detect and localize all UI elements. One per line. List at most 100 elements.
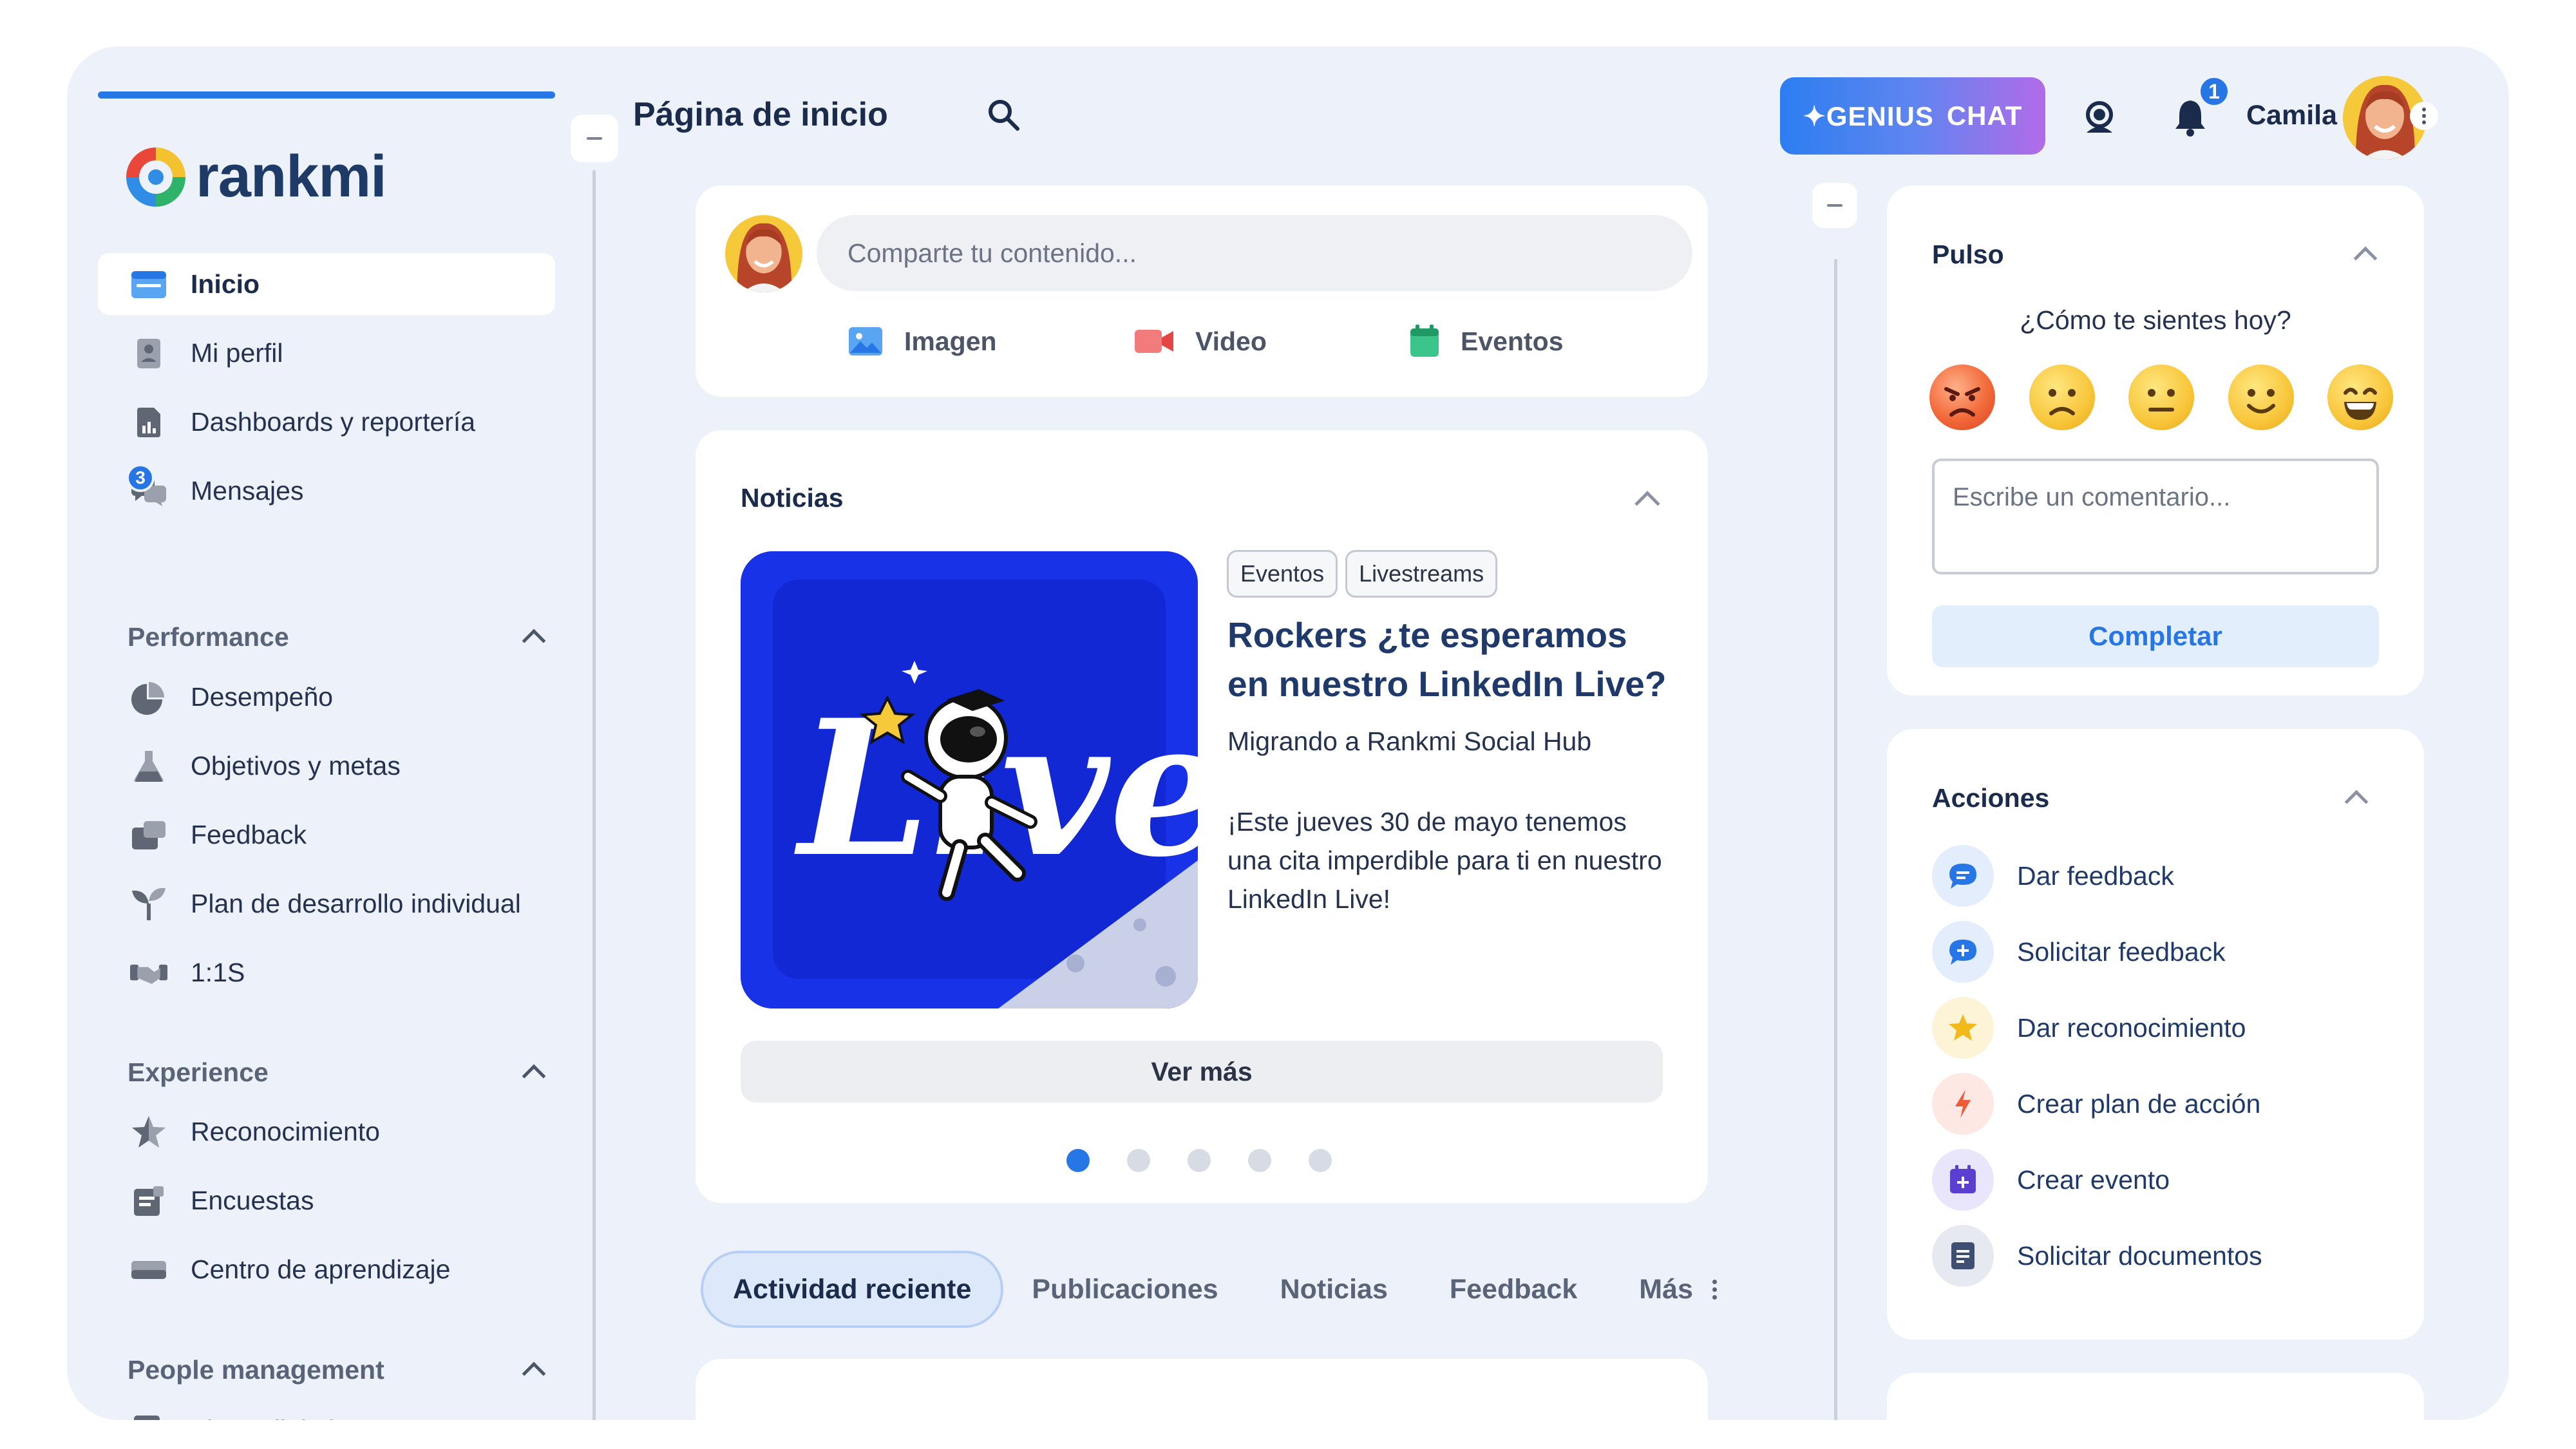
composer-video-button[interactable]: Video: [1133, 322, 1267, 361]
news-headline[interactable]: Rockers ¿te esperamos en nuestro LinkedI…: [1227, 611, 1678, 708]
action-label: Solicitar feedback: [2017, 936, 2226, 967]
carousel-dot[interactable]: [1066, 1149, 1090, 1172]
sidebar-item-plan-desarrollo[interactable]: Plan de desarrollo individual: [98, 873, 555, 934]
composer-image-button[interactable]: Imagen: [848, 322, 997, 361]
chevron-up-icon: [522, 1064, 546, 1088]
mood-neutral-button[interactable]: [2128, 365, 2194, 430]
support-agent-icon[interactable]: [2079, 95, 2120, 137]
chevron-up-icon[interactable]: [1634, 491, 1660, 516]
composer-input[interactable]: Comparte tu contenido...: [817, 215, 1692, 291]
section-people-management-header[interactable]: People management: [128, 1350, 553, 1389]
sidebar-item-label: Objetivos y metas: [191, 750, 401, 781]
chevron-up-icon[interactable]: [2344, 790, 2369, 814]
sidebar-item-label: Reconocimiento: [191, 1116, 380, 1146]
tab-noticias[interactable]: Noticias: [1280, 1274, 1388, 1305]
tab-actividad-reciente[interactable]: Actividad reciente: [701, 1251, 1004, 1328]
messages-badge: 3: [126, 464, 155, 492]
composer-card: Comparte tu contenido... Imagen Video Ev…: [696, 185, 1708, 397]
user-name[interactable]: Camila: [2246, 100, 2337, 131]
right-column-card: [1887, 1373, 2424, 1420]
acciones-title: Acciones: [1932, 783, 2050, 813]
mood-grin-button[interactable]: [2327, 365, 2393, 430]
user-menu-button[interactable]: [2410, 102, 2438, 130]
action-crear-plan[interactable]: Crear plan de acción: [1932, 1073, 2260, 1135]
news-card: Noticias Live Eventos Livestreams Rocker…: [696, 430, 1708, 1203]
mood-selector: [1929, 365, 2393, 430]
pie-icon: [130, 681, 167, 715]
calendar-plus-icon: [1932, 1149, 1994, 1211]
kebab-menu-icon: [1712, 1279, 1717, 1300]
composer-events-button[interactable]: Eventos: [1409, 322, 1564, 361]
mood-sad-button[interactable]: [2029, 365, 2095, 430]
sidebar-item-objetivos[interactable]: Objetivos y metas: [98, 735, 555, 797]
news-title: Noticias: [741, 483, 844, 513]
search-icon[interactable]: [987, 98, 1020, 131]
tab-feedback[interactable]: Feedback: [1450, 1274, 1577, 1305]
composer-option-label: Video: [1195, 326, 1267, 356]
star-icon: [130, 1116, 167, 1148]
carousel-dot[interactable]: [1248, 1149, 1271, 1172]
minus-icon: [587, 137, 602, 140]
mood-smile-button[interactable]: [2228, 365, 2294, 430]
collapse-sidebar-button[interactable]: [571, 115, 618, 162]
carousel-dot[interactable]: [1309, 1149, 1332, 1172]
sidebar-item-centro-aprendizaje[interactable]: Centro de aprendizaje: [98, 1238, 555, 1300]
news-tag[interactable]: Eventos: [1227, 550, 1338, 598]
carousel-dot[interactable]: [1127, 1149, 1150, 1172]
learning-icon: [130, 1254, 167, 1286]
news-image[interactable]: Live: [741, 551, 1198, 1009]
sidebar-item-inicio[interactable]: Inicio: [98, 253, 555, 315]
sidebar-item-feedback[interactable]: Feedback: [98, 804, 555, 866]
tab-mas[interactable]: Más: [1639, 1274, 1717, 1305]
chat-plus-icon: [1932, 921, 1994, 983]
tab-publicaciones[interactable]: Publicaciones: [1032, 1274, 1218, 1305]
brand-logo[interactable]: rankmi: [126, 143, 387, 211]
composer-avatar: [725, 215, 802, 292]
section-performance-header[interactable]: Performance: [128, 618, 553, 656]
mood-angry-button[interactable]: [1929, 365, 1995, 430]
sidebar-item-mensajes[interactable]: 3 Mensajes: [98, 460, 555, 522]
news-tag[interactable]: Livestreams: [1345, 550, 1498, 598]
news-body: ¡Este jueves 30 de mayo tenemos una cita…: [1227, 807, 1662, 914]
home-icon: [130, 269, 167, 301]
sidebar-item-1-1s[interactable]: 1:1S: [98, 942, 555, 1003]
sidebar-item-desempeno[interactable]: Desempeño: [98, 666, 555, 728]
page-title: Página de inicio: [633, 96, 888, 133]
genius-label: GENIUS: [1826, 100, 1934, 131]
completar-button[interactable]: Completar: [1932, 605, 2379, 667]
pulso-title: Pulso: [1932, 240, 2004, 269]
composer-option-label: Eventos: [1461, 326, 1564, 356]
ver-mas-button[interactable]: Ver más: [741, 1041, 1663, 1103]
sidebar-item-firma-digital[interactable]: Firma digital: [98, 1399, 555, 1420]
action-label: Dar reconocimiento: [2017, 1012, 2246, 1043]
pulso-question: ¿Cómo te sientes hoy?: [2020, 305, 2291, 335]
section-experience-header[interactable]: Experience: [128, 1053, 553, 1092]
section-title: Experience: [128, 1057, 269, 1087]
action-solicitar-documentos[interactable]: Solicitar documentos: [1932, 1225, 2262, 1287]
tab-mas-label: Más: [1639, 1273, 1693, 1305]
flask-icon: [130, 750, 167, 782]
document-icon: [1932, 1225, 1994, 1287]
action-solicitar-feedback[interactable]: Solicitar feedback: [1932, 921, 2226, 983]
news-subtitle: Migrando a Rankmi Social Hub: [1227, 726, 1592, 756]
sidebar-item-dashboards[interactable]: Dashboards y reportería: [98, 391, 555, 453]
sidebar-item-label: 1:1S: [191, 957, 245, 987]
sidebar-item-reconocimiento[interactable]: Reconocimiento: [98, 1101, 555, 1162]
genius-chat-button[interactable]: ✦GENIUS CHAT: [1780, 77, 2045, 155]
chevron-up-icon[interactable]: [2353, 246, 2378, 270]
carousel-dot[interactable]: [1188, 1149, 1211, 1172]
sidebar-item-label: Feedback: [191, 819, 307, 849]
pulso-comment-input[interactable]: Escribe un comentario...: [1932, 459, 2379, 574]
sidebar-item-label: Inicio: [191, 269, 260, 299]
sparkle-icon: ✦GENIUS: [1803, 100, 1934, 131]
sidebar-item-mi-perfil[interactable]: Mi perfil: [98, 322, 555, 384]
bolt-icon: [1932, 1073, 1994, 1135]
action-crear-evento[interactable]: Crear evento: [1932, 1149, 2170, 1211]
sidebar-item-label: Mensajes: [191, 475, 304, 506]
collapse-right-panel-button[interactable]: [1812, 183, 1857, 228]
signature-icon: [130, 1414, 167, 1420]
action-dar-feedback[interactable]: Dar feedback: [1932, 845, 2174, 907]
feed-post-card: [696, 1359, 1708, 1420]
action-dar-reconocimiento[interactable]: Dar reconocimiento: [1932, 997, 2246, 1059]
sidebar-item-encuestas[interactable]: Encuestas: [98, 1170, 555, 1231]
